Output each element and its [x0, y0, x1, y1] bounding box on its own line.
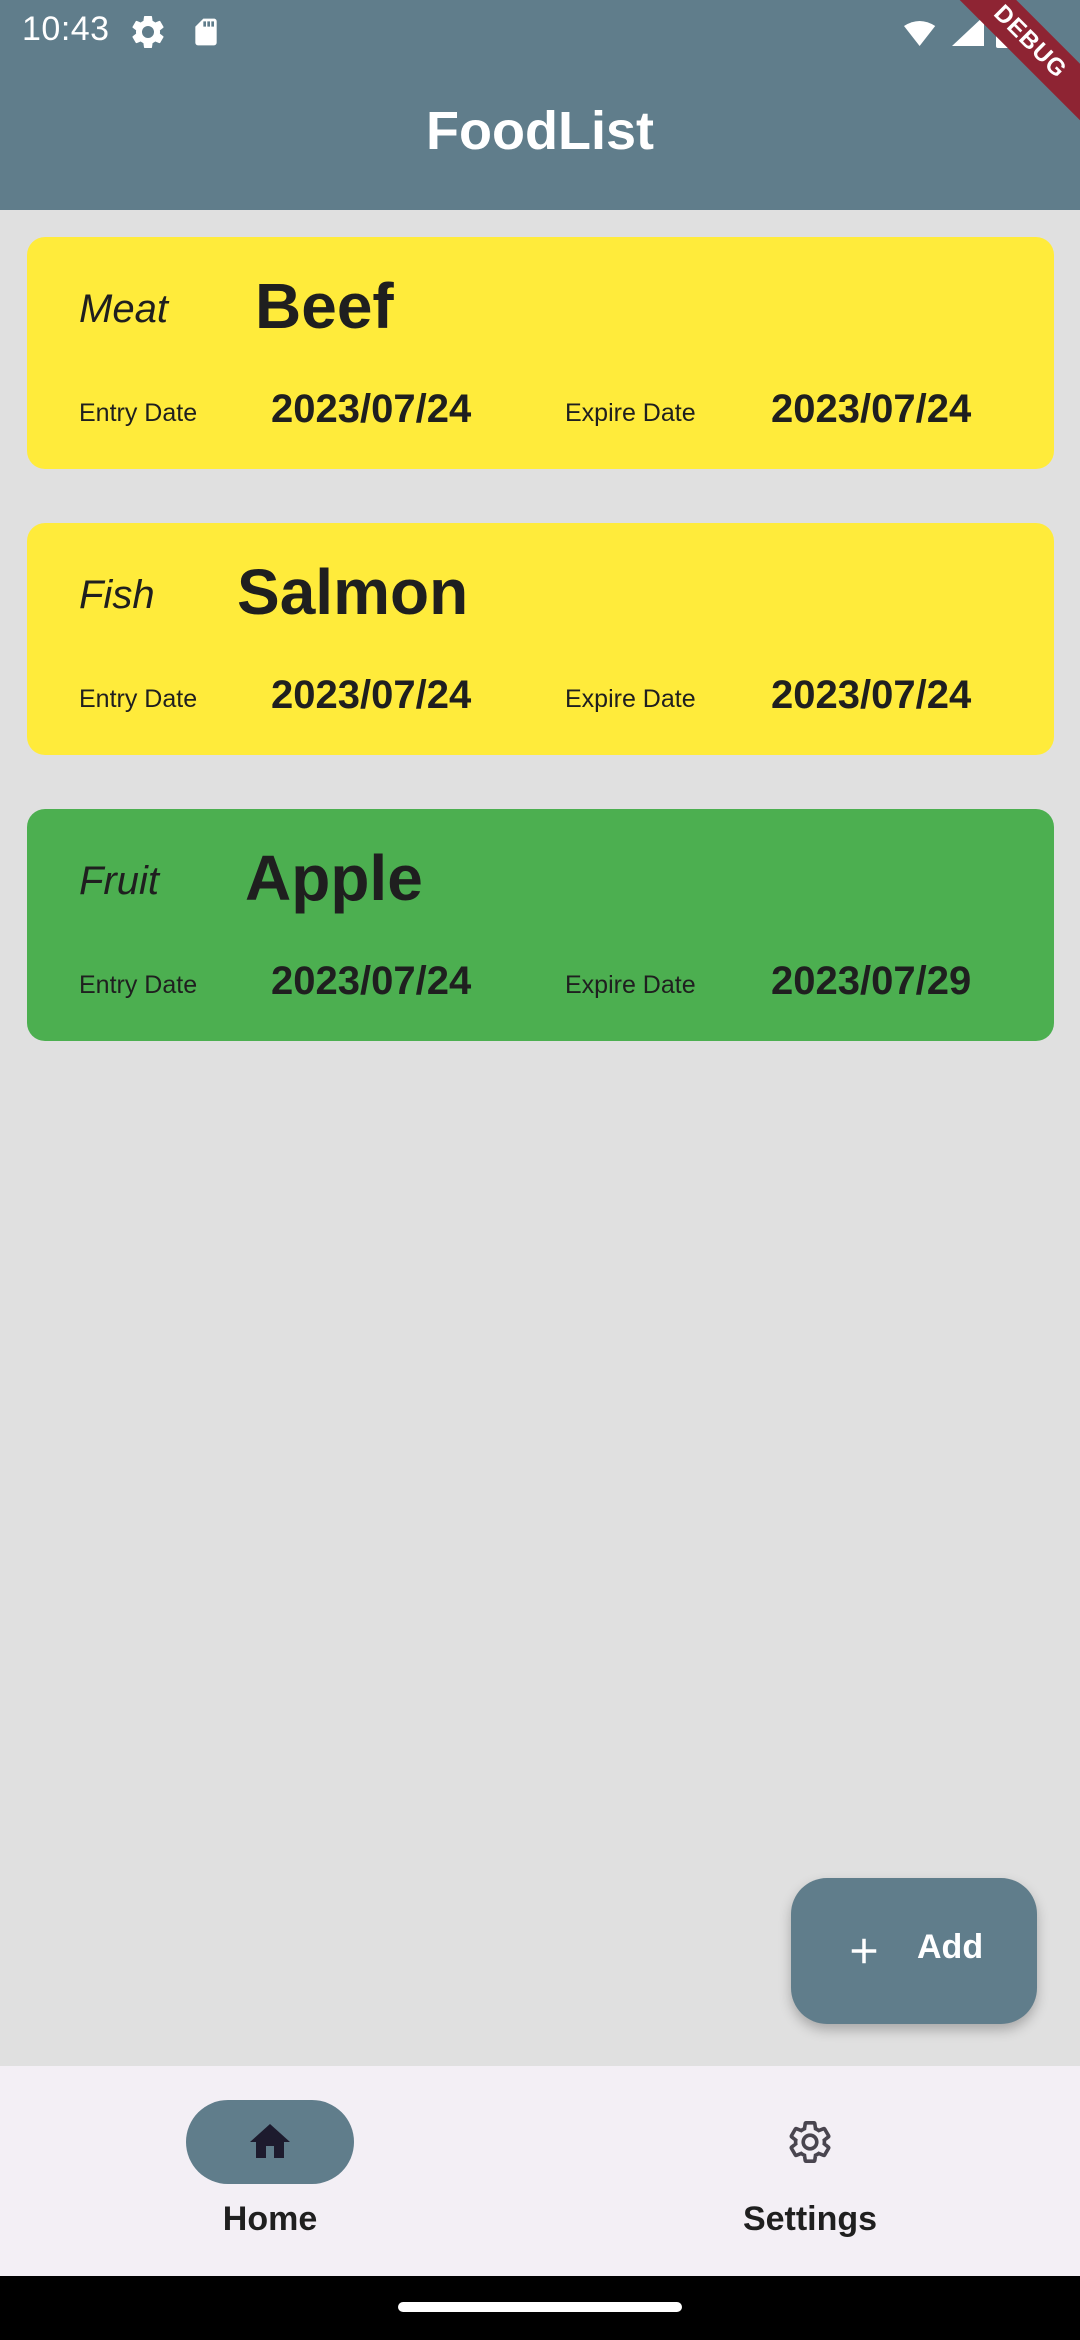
expire-date-value: 2023/07/29 [771, 959, 972, 1003]
food-name: Apple [245, 842, 423, 914]
add-button-label: Add [917, 1928, 984, 1966]
food-list: Meat Beef Entry Date 2023/07/24 Expire D… [27, 237, 1054, 1095]
entry-date-value: 2023/07/24 [271, 673, 472, 717]
expire-date-value: 2023/07/24 [771, 387, 972, 431]
food-card[interactable]: Fish Salmon Entry Date 2023/07/24 Expire… [27, 523, 1054, 755]
entry-date-label: Entry Date [79, 971, 198, 999]
wifi-icon [904, 21, 936, 46]
page-title: FoodList [426, 101, 654, 161]
status-time: 10:43 [22, 10, 110, 48]
food-name: Salmon [237, 556, 469, 628]
entry-date-label: Entry Date [79, 685, 198, 713]
food-category: Fish [79, 573, 155, 617]
food-category: Fruit [79, 859, 159, 903]
food-name: Beef [255, 270, 394, 342]
system-gesture-bar [0, 2276, 1080, 2340]
entry-date-value: 2023/07/24 [271, 959, 472, 1003]
nav-item-settings[interactable]: Settings [540, 2066, 1080, 2276]
entry-date-value: 2023/07/24 [271, 387, 472, 431]
nav-label-home: Home [222, 2200, 318, 2238]
nav-item-home[interactable]: Home [0, 2066, 540, 2276]
gear-icon [132, 15, 164, 48]
food-card[interactable]: Fruit Apple Entry Date 2023/07/24 Expire… [27, 809, 1054, 1041]
expire-date-label: Expire Date [565, 971, 696, 999]
expire-date-label: Expire Date [565, 399, 696, 427]
nav-label-settings: Settings [742, 2200, 878, 2238]
food-category: Meat [79, 287, 168, 331]
plus-icon [851, 1938, 877, 1964]
home-gesture-handle[interactable] [398, 2302, 682, 2312]
status-bar: 10:43 [0, 0, 1080, 64]
expire-date-value: 2023/07/24 [771, 673, 972, 717]
expire-date-label: Expire Date [565, 685, 696, 713]
signal-icon [952, 16, 984, 46]
bottom-navigation: Home Settings [0, 2066, 1080, 2276]
entry-date-label: Entry Date [79, 399, 198, 427]
app-bar: 10:43 FoodList DEBUG [0, 0, 1080, 210]
gear-icon [789, 2121, 831, 2163]
sd-card-icon [195, 18, 217, 46]
food-card[interactable]: Meat Beef Entry Date 2023/07/24 Expire D… [27, 237, 1054, 469]
add-button[interactable]: Add [791, 1878, 1037, 2024]
home-icon [250, 2124, 290, 2158]
